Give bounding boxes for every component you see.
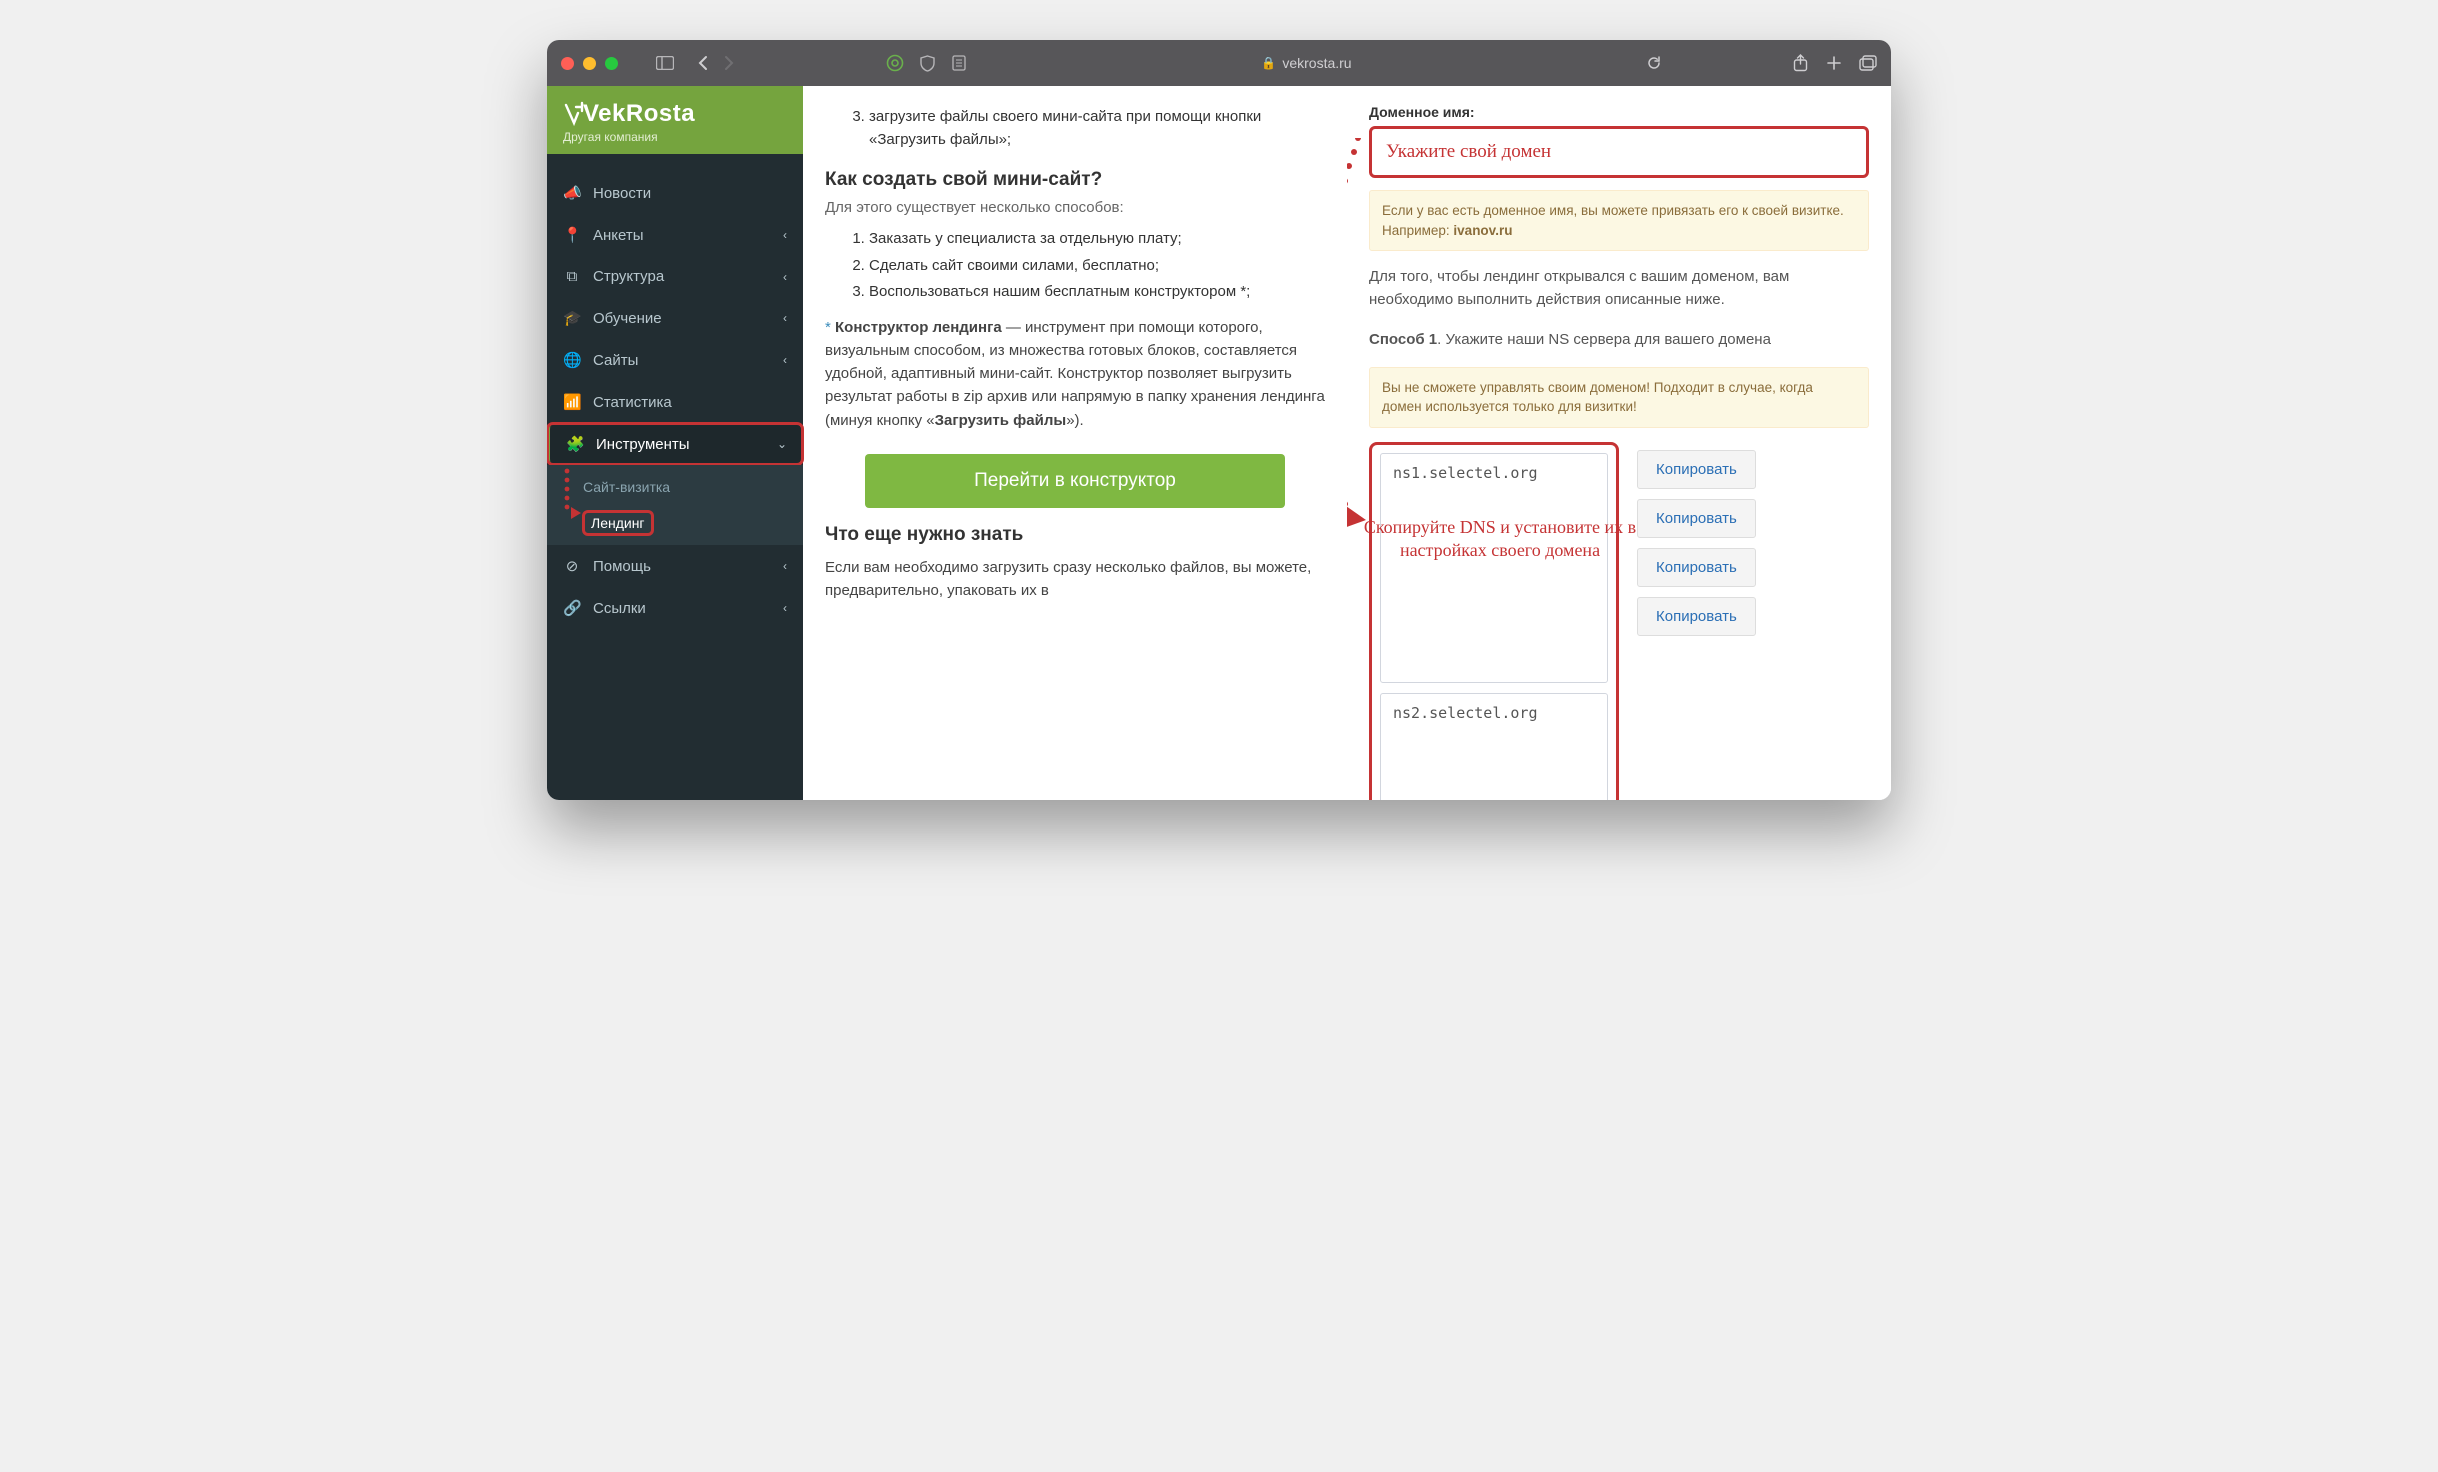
ns-servers-frame: ns1.selectel.org ns2.selectel.org ns3.se…: [1369, 442, 1619, 800]
forward-button[interactable]: [720, 55, 738, 71]
heading-more: Что еще нужно знать: [825, 524, 1325, 546]
sidebar: VekRosta Другая компания 📣Новости 📍Анкет…: [547, 86, 803, 800]
chart-icon: 📶: [563, 393, 581, 411]
methods-list: Заказать у специалиста за отдельную плат…: [869, 226, 1325, 306]
close-window-button[interactable]: [561, 57, 574, 70]
nav-tools[interactable]: 🧩Инструменты⌄: [547, 423, 803, 465]
list-item: Сделать сайт своими силами, бесплатно;: [869, 253, 1325, 280]
nav-education[interactable]: 🎓Обучение‹: [547, 297, 803, 339]
shield-icon[interactable]: [918, 55, 936, 72]
chevron-down-icon: ⌄: [777, 437, 787, 451]
copy-button[interactable]: Копировать: [1637, 499, 1756, 538]
heading-create: Как создать свой мини-сайт?: [825, 169, 1325, 191]
annotation-arrow: [1347, 138, 1368, 698]
brand: VekRosta Другая компания: [547, 86, 803, 154]
globe-icon: 🌐: [563, 351, 581, 369]
ns-input[interactable]: ns1.selectel.org: [1380, 453, 1608, 683]
nav-help[interactable]: ⊘Помощь‹: [547, 545, 803, 587]
list-item: Заказать у специалиста за отдельную плат…: [869, 226, 1325, 253]
tracker-icon[interactable]: [886, 54, 904, 72]
back-button[interactable]: [694, 55, 712, 71]
chevron-left-icon: ‹: [783, 228, 787, 242]
chevron-left-icon: ‹: [783, 311, 787, 325]
ns-input[interactable]: ns2.selectel.org: [1380, 693, 1608, 800]
chevron-left-icon: ‹: [783, 270, 787, 284]
list-item: Воспользоваться нашим бесплатным констру…: [869, 279, 1325, 306]
logo-icon: [563, 101, 585, 127]
copy-button[interactable]: Копировать: [1637, 548, 1756, 587]
steps-list-continued: загрузите файлы своего мини-сайта при по…: [869, 104, 1325, 153]
logo-text: VekRosta: [583, 100, 695, 128]
browser-window: 🔒 vekrosta.ru VekRosta: [547, 40, 1891, 800]
fullscreen-window-button[interactable]: [605, 57, 618, 70]
reader-icon[interactable]: [950, 55, 968, 71]
copy-button[interactable]: Копировать: [1637, 450, 1756, 489]
nav-stats[interactable]: 📶Статистика: [547, 381, 803, 423]
titlebar: 🔒 vekrosta.ru: [547, 40, 1891, 86]
lifebuoy-icon: ⊘: [563, 557, 581, 575]
note-has-domain: Если у вас есть доменное имя, вы можете …: [1369, 190, 1869, 251]
share-button[interactable]: [1791, 54, 1809, 72]
chevron-left-icon: ‹: [783, 353, 787, 367]
pin-icon: 📍: [563, 226, 581, 244]
method-1: Способ 1. Укажите наши NS сервера для ва…: [1369, 328, 1869, 351]
nav-profiles[interactable]: 📍Анкеты‹: [547, 214, 803, 256]
nav-structure[interactable]: ⧉Структура‹: [547, 256, 803, 297]
chevron-left-icon: ‹: [783, 601, 787, 615]
nav-news[interactable]: 📣Новости: [547, 172, 803, 214]
copy-button[interactable]: Копировать: [1637, 597, 1756, 636]
more-info-text: Если вам необходимо загрузить сразу неск…: [825, 556, 1325, 603]
graduation-icon: 🎓: [563, 309, 581, 327]
tabs-button[interactable]: [1859, 54, 1877, 72]
constructor-note: * Конструктор лендинга — инструмент при …: [825, 316, 1325, 432]
window-controls: [561, 57, 618, 70]
reload-button[interactable]: [1645, 55, 1663, 71]
domain-input[interactable]: Укажите свой домен: [1369, 126, 1869, 178]
sidebar-icon[interactable]: [656, 56, 674, 70]
content-left: загрузите файлы своего мини-сайта при по…: [803, 86, 1347, 800]
address-bar[interactable]: 🔒 vekrosta.ru: [982, 55, 1631, 71]
sitemap-icon: ⧉: [563, 268, 581, 285]
chevron-left-icon: ‹: [783, 559, 787, 573]
subnav-landing[interactable]: Лендинг: [547, 505, 803, 541]
url-text: vekrosta.ru: [1282, 55, 1351, 71]
minimize-window-button[interactable]: [583, 57, 596, 70]
note-warning: Вы не сможете управлять своим доменом! П…: [1369, 367, 1869, 428]
bullhorn-icon: 📣: [563, 184, 581, 202]
go-constructor-button[interactable]: Перейти в конструктор: [865, 454, 1285, 508]
puzzle-icon: 🧩: [566, 435, 584, 453]
content-right: Доменное имя: Укажите свой домен Если у …: [1347, 86, 1891, 800]
nav: 📣Новости 📍Анкеты‹ ⧉Структура‹ 🎓Обучение‹…: [547, 154, 803, 629]
nav-links[interactable]: 🔗Ссылки‹: [547, 587, 803, 629]
link-icon: 🔗: [563, 599, 581, 617]
subtitle: Для этого существует несколько способов:: [825, 199, 1325, 216]
instructions: Для того, чтобы лендинг открывался с ваш…: [1369, 265, 1869, 312]
nav-tools-submenu: Сайт-визитка Лендинг: [547, 465, 803, 545]
lock-icon: 🔒: [1261, 56, 1276, 70]
nav-sites[interactable]: 🌐Сайты‹: [547, 339, 803, 381]
brand-sub: Другая компания: [563, 130, 787, 144]
subnav-vizitka[interactable]: Сайт-визитка: [547, 469, 803, 505]
new-tab-button[interactable]: [1825, 54, 1843, 72]
list-item: загрузите файлы своего мини-сайта при по…: [869, 104, 1325, 153]
domain-label: Доменное имя:: [1369, 104, 1869, 120]
